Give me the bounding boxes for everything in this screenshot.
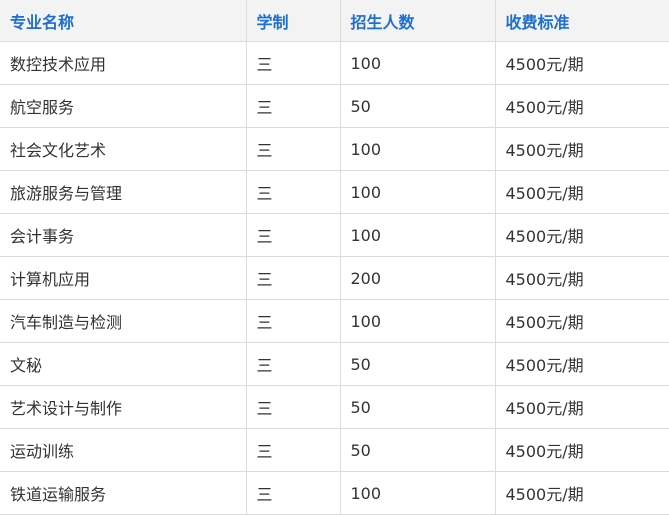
table-row: 会计事务三 100 4500元/期 <box>0 213 669 257</box>
table-row: 数控技术应用三 100 4500元/期 <box>0 41 669 85</box>
cell-fee: 4500元/期 <box>494 170 669 214</box>
table-body: 数控技术应用三 100 4500元/期 航空服务三 50 4500元/期 社会文化艺术三 10… <box>0 41 669 515</box>
cell-duration: 三 <box>245 84 341 128</box>
cell-enrollment: 100 <box>339 471 496 515</box>
cell-fee: 4500元/期 <box>494 256 669 300</box>
cell-fee: 4500元/期 <box>494 41 669 85</box>
cell-fee: 4500元/期 <box>494 213 669 257</box>
cell-enrollment: 50 <box>339 84 496 128</box>
cell-fee: 4500元/期 <box>494 385 669 429</box>
cell-major-name: 运动训练 <box>0 428 247 472</box>
cell-fee: 4500元/期 <box>494 84 669 128</box>
cell-duration: 三 <box>245 213 341 257</box>
cell-enrollment: 100 <box>339 170 496 214</box>
table-row: 社会文化艺术三 100 4500元/期 <box>0 127 669 171</box>
cell-major-name: 汽车制造与检测 <box>0 299 247 343</box>
cell-enrollment: 50 <box>339 342 496 386</box>
cell-major-name: 航空服务 <box>0 84 247 128</box>
cell-major-name: 计算机应用 <box>0 256 247 300</box>
cell-duration: 三 <box>245 256 341 300</box>
cell-fee: 4500元/期 <box>494 127 669 171</box>
cell-duration: 三 <box>245 385 341 429</box>
cell-enrollment: 200 <box>339 256 496 300</box>
table-row: 旅游服务与管理三 100 4500元/期 <box>0 170 669 214</box>
cell-duration: 三 <box>245 471 341 515</box>
header-fee: 收费标准 <box>494 0 669 42</box>
cell-fee: 4500元/期 <box>494 299 669 343</box>
cell-enrollment: 50 <box>339 428 496 472</box>
header-duration: 学制 <box>245 0 341 42</box>
cell-enrollment: 100 <box>339 127 496 171</box>
cell-fee: 4500元/期 <box>494 342 669 386</box>
table-row: 艺术设计与制作三 50 4500元/期 <box>0 385 669 429</box>
cell-major-name: 会计事务 <box>0 213 247 257</box>
cell-duration: 三 <box>245 428 341 472</box>
table-row: 文秘三 50 4500元/期 <box>0 342 669 386</box>
cell-major-name: 旅游服务与管理 <box>0 170 247 214</box>
cell-major-name: 数控技术应用 <box>0 41 247 85</box>
cell-duration: 三 <box>245 41 341 85</box>
cell-fee: 4500元/期 <box>494 428 669 472</box>
cell-major-name: 艺术设计与制作 <box>0 385 247 429</box>
cell-duration: 三 <box>245 342 341 386</box>
cell-fee: 4500元/期 <box>494 471 669 515</box>
table-row: 计算机应用三 200 4500元/期 <box>0 256 669 300</box>
cell-enrollment: 100 <box>339 41 496 85</box>
cell-duration: 三 <box>245 170 341 214</box>
table-row: 铁道运输服务三 100 4500元/期 <box>0 471 669 515</box>
cell-major-name: 文秘 <box>0 342 247 386</box>
cell-duration: 三 <box>245 127 341 171</box>
cell-enrollment: 100 <box>339 213 496 257</box>
table-row: 航空服务三 50 4500元/期 <box>0 84 669 128</box>
table-header-row: 专业名称 学制 招生人数 收费标准 <box>0 0 669 42</box>
header-major-name: 专业名称 <box>0 0 247 42</box>
cell-enrollment: 50 <box>339 385 496 429</box>
table-row: 运动训练三 50 4500元/期 <box>0 428 669 472</box>
cell-enrollment: 100 <box>339 299 496 343</box>
cell-duration: 三 <box>245 299 341 343</box>
table-row: 汽车制造与检测三 100 4500元/期 <box>0 299 669 343</box>
enrollment-table: 专业名称 学制 招生人数 收费标准 数控技术应用三 100 4500元/期 航空服务三… <box>0 0 669 515</box>
cell-major-name: 铁道运输服务 <box>0 471 247 515</box>
cell-major-name: 社会文化艺术 <box>0 127 247 171</box>
header-enrollment: 招生人数 <box>339 0 496 42</box>
